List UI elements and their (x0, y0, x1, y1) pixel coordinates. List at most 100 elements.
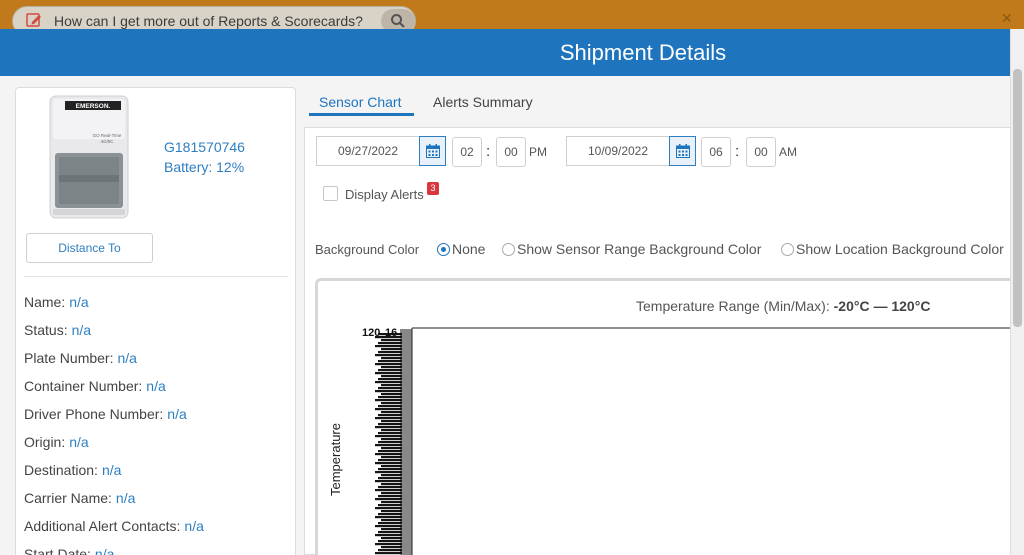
display-alerts-checkbox[interactable] (323, 186, 338, 201)
divider (24, 276, 288, 277)
y-tick-label-overlap (378, 513, 402, 516)
info-row-status: Status: n/a (24, 322, 92, 338)
y-tick-label-overlap (378, 495, 402, 498)
y-tick-label-overlap (378, 360, 402, 363)
end-ampm[interactable]: AM (779, 145, 797, 159)
shipment-info-list: Name: n/a Status: n/a Plate Number: n/a Con… (24, 294, 204, 555)
y-tick-label-overlap (381, 411, 402, 414)
y-tick-label-overlap (378, 387, 402, 390)
y-axis-tick-labels (375, 333, 402, 555)
y-tick-label-overlap (381, 528, 402, 531)
y-tick-label-overlap (378, 477, 402, 480)
radio-location[interactable] (781, 243, 794, 256)
y-tick-label-overlap (381, 519, 402, 522)
info-row-container-number: Container Number: n/a (24, 378, 166, 394)
radio-location-label[interactable]: Show Location Background Color (796, 241, 1004, 257)
search-icon (391, 14, 405, 28)
y-tick-label-overlap (375, 444, 402, 447)
close-icon[interactable]: ✕ (1001, 10, 1013, 27)
time-separator: : (486, 143, 491, 160)
info-row-start-date: Start Date: n/a (24, 546, 115, 555)
tab-alerts-summary[interactable]: Alerts Summary (433, 94, 533, 110)
scrollbar-thumb[interactable] (1013, 69, 1022, 327)
radio-none-label[interactable]: None (452, 241, 485, 257)
y-tick-label-overlap (381, 429, 402, 432)
y-tick-label-overlap (375, 417, 402, 420)
y-tick-label-overlap (378, 486, 402, 489)
y-tick-label-overlap (378, 468, 402, 471)
y-tick-label-overlap (375, 399, 402, 402)
start-hour-input[interactable]: 02 (452, 137, 482, 167)
calendar-icon (426, 144, 440, 158)
y-tick-label-overlap (381, 447, 402, 450)
help-bar: How can I get more out of Reports & Scor… (0, 0, 1024, 36)
y-tick-label-overlap (375, 363, 402, 366)
y-tick-label-overlap (375, 372, 402, 375)
y-tick-label-overlap (381, 366, 402, 369)
help-search-input[interactable]: How can I get more out of Reports & Scor… (54, 13, 363, 29)
y-tick-label-overlap (381, 474, 402, 477)
y-tick-label-overlap (378, 396, 402, 399)
display-alerts-label[interactable]: Display Alerts (345, 187, 424, 202)
y-tick-label-overlap (378, 432, 402, 435)
modal-header: Shipment Details (0, 29, 1010, 76)
device-brand: EMERSON. (76, 103, 111, 110)
device-id: G181570746 (164, 139, 245, 155)
y-tick-label-overlap (381, 483, 402, 486)
y-tick-label-overlap (378, 351, 402, 354)
temperature-chart: Temperature Range (Min/Max): -20°C — 120… (315, 278, 1012, 555)
battery-level: Battery: 12% (164, 159, 245, 175)
info-row-driver-phone: Driver Phone Number: n/a (24, 406, 187, 422)
calendar-icon (676, 144, 690, 158)
y-tick-label-overlap (381, 402, 402, 405)
y-tick-label-overlap (375, 390, 402, 393)
chart-canvas: 120 16 (362, 327, 1012, 555)
y-tick-label-overlap (378, 414, 402, 417)
radio-sensor-range[interactable] (502, 243, 515, 256)
y-tick-label-overlap (378, 549, 402, 552)
edit-icon (26, 13, 42, 27)
y-axis-ticks (400, 329, 412, 555)
y-tick-label-overlap (375, 543, 402, 546)
end-hour-input[interactable]: 06 (701, 137, 731, 167)
y-tick-label-overlap (378, 504, 402, 507)
y-tick-label-overlap (381, 420, 402, 423)
start-ampm[interactable]: PM (529, 145, 547, 159)
y-tick-label-overlap (375, 552, 402, 555)
y-tick-label-overlap (375, 525, 402, 528)
end-minute-input[interactable]: 00 (746, 137, 776, 167)
distance-to-button[interactable]: Distance To (26, 233, 153, 263)
end-date-input[interactable]: 10/09/2022 (566, 136, 670, 166)
background-color-label: Background Color (315, 242, 420, 257)
tab-sensor-chart[interactable]: Sensor Chart (319, 94, 401, 110)
start-minute-input[interactable]: 00 (496, 137, 526, 167)
y-tick-label-overlap (381, 384, 402, 387)
end-date-calendar-button[interactable] (669, 136, 696, 166)
y-tick-label-overlap (381, 456, 402, 459)
radio-none[interactable] (437, 243, 450, 256)
active-tab-indicator (309, 113, 414, 116)
y-tick-label-overlap (375, 480, 402, 483)
y-tick-label-overlap (375, 345, 402, 348)
info-row-alert-contacts: Additional Alert Contacts: n/a (24, 518, 204, 534)
y-tick-label-overlap (375, 516, 402, 519)
y-tick-label-overlap (375, 354, 402, 357)
y-tick-label-overlap (381, 438, 402, 441)
start-date-calendar-button[interactable] (419, 136, 446, 166)
y-tick-label-overlap (378, 405, 402, 408)
y-tick-label-overlap (375, 453, 402, 456)
device-image: EMERSON. GO Real-Time 4G/5C (49, 95, 129, 219)
y-tick-label-overlap (381, 393, 402, 396)
modal-scrollbar[interactable] (1010, 29, 1024, 555)
info-row-origin: Origin: n/a (24, 434, 89, 450)
y-tick-label-overlap (375, 381, 402, 384)
time-separator: : (735, 143, 740, 160)
modal-title: Shipment Details (559, 40, 727, 65)
y-tick-label-overlap (381, 339, 402, 342)
y-tick-label-overlap (378, 540, 402, 543)
start-date-input[interactable]: 09/27/2022 (316, 136, 420, 166)
y-tick-label-overlap (381, 375, 402, 378)
alert-count-badge: 3 (427, 182, 439, 195)
radio-sensor-range-label[interactable]: Show Sensor Range Background Color (517, 241, 761, 257)
info-row-destination: Destination: n/a (24, 462, 122, 478)
